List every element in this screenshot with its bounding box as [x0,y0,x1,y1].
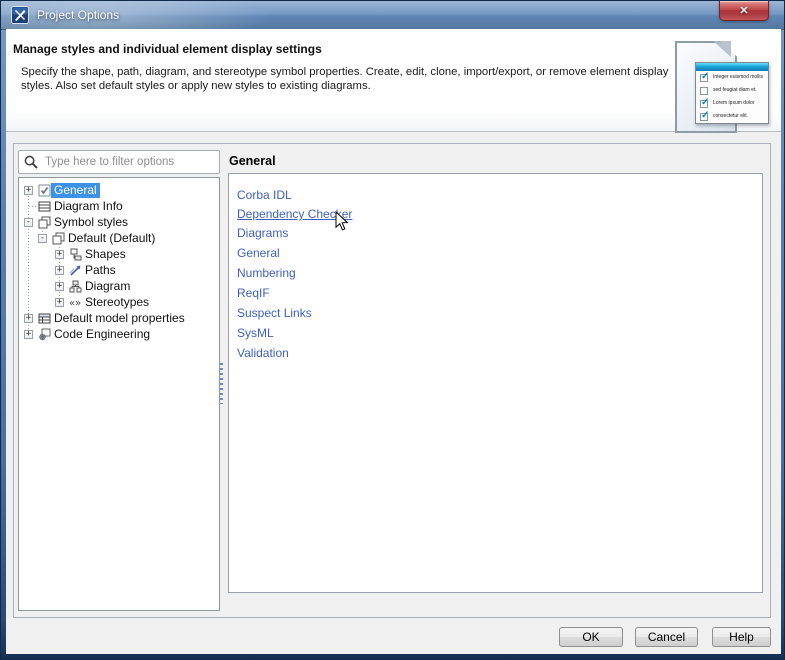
tree-item-code-engineering[interactable]: Code Engineering [51,327,153,342]
tree-row-default-default[interactable]: - Default (Default) [19,231,219,247]
options-tree[interactable]: + General Diagram Info - Symbol styles - [18,177,220,611]
tree-item-default-default[interactable]: Default (Default) [65,231,158,246]
symbol-styles-icon [52,232,65,245]
ok-button[interactable]: OK [559,627,623,647]
expand-icon[interactable]: + [55,298,64,307]
expand-icon [24,202,33,211]
tree-row-default-model-properties[interactable]: + Default model properties [19,311,219,327]
close-button[interactable]: ✕ [719,1,769,21]
checklist-header-bar [696,63,768,71]
shapes-icon [69,248,82,261]
window-title: Project Options [37,8,120,22]
diagram-icon [69,280,82,293]
tree-row-shapes[interactable]: + Shapes [19,247,219,263]
expand-icon[interactable]: + [24,330,33,339]
titlebar[interactable]: Project Options ✕ [1,1,784,30]
properties-table-icon [38,312,51,325]
tree-item-diagram-info[interactable]: Diagram Info [51,199,126,214]
header-title: Manage styles and individual element dis… [13,42,322,56]
link-dependency-checker[interactable]: Dependency Checker [237,207,352,221]
page-title: General [229,154,276,168]
filter-input[interactable] [18,150,220,174]
diagram-info-icon [38,200,51,213]
symbol-styles-icon [38,216,51,229]
cancel-button[interactable]: Cancel [635,627,698,647]
tree-item-symbol-styles[interactable]: Symbol styles [51,215,131,230]
expand-icon[interactable]: + [24,186,33,195]
tree-row-code-engineering[interactable]: + Code Engineering [19,327,219,343]
code-engineering-icon [38,328,51,341]
app-icon [11,6,29,24]
link-reqif[interactable]: ReqIF [237,286,270,300]
checkbox-icon [38,184,51,197]
checked-checkbox-icon: ✓ [700,110,710,121]
tree-row-symbol-styles[interactable]: - Symbol styles [19,215,219,231]
svg-text:«»: «» [69,298,81,309]
link-numbering[interactable]: Numbering [237,266,296,280]
paths-icon [69,264,82,277]
expand-icon[interactable]: + [55,266,64,275]
link-general[interactable]: General [237,246,280,260]
checked-checkbox-icon: ✓ [700,97,710,108]
header-description: Specify the shape, path, diagram, and st… [21,66,669,92]
options-link-panel: Corba IDL Dependency Checker Diagrams Ge… [228,173,763,593]
project-options-dialog: Project Options ✕ Manage styles and indi… [0,0,785,660]
collapse-icon[interactable]: - [38,234,47,243]
expand-icon[interactable]: + [24,314,33,323]
tree-item-default-model-properties[interactable]: Default model properties [51,311,188,326]
stereotypes-icon: «» [69,296,82,309]
tree-item-shapes[interactable]: Shapes [82,247,129,262]
panel-splitter-handle[interactable] [220,363,223,404]
link-suspect-links[interactable]: Suspect Links [237,306,312,320]
tree-item-stereotypes[interactable]: Stereotypes [82,295,152,310]
tree-row-paths[interactable]: + Paths [19,263,219,279]
close-icon: ✕ [739,5,749,17]
tree-row-general[interactable]: + General [19,183,219,199]
tree-row-stereotypes[interactable]: + «» Stereotypes [19,295,219,311]
help-button[interactable]: Help [712,627,771,647]
checked-checkbox-icon: ✓ [700,71,710,82]
link-corba-idl[interactable]: Corba IDL [237,188,292,202]
checklist-illustration: ✓ Integer euismod mollis sed feugiat dia… [695,62,769,124]
tree-row-diagram-info[interactable]: Diagram Info [19,199,219,215]
expand-icon[interactable]: + [55,282,64,291]
unchecked-checkbox-icon [700,87,708,95]
tree-item-diagram[interactable]: Diagram [82,279,133,294]
collapse-icon[interactable]: - [24,218,33,227]
tree-item-general[interactable]: General [51,183,100,198]
expand-icon[interactable]: + [55,250,64,259]
link-sysml[interactable]: SysML [237,326,274,340]
link-diagrams[interactable]: Diagrams [237,226,288,240]
link-validation[interactable]: Validation [237,346,289,360]
tree-item-paths[interactable]: Paths [82,263,119,278]
tree-row-diagram[interactable]: + Diagram [19,279,219,295]
document-fold [713,41,731,57]
